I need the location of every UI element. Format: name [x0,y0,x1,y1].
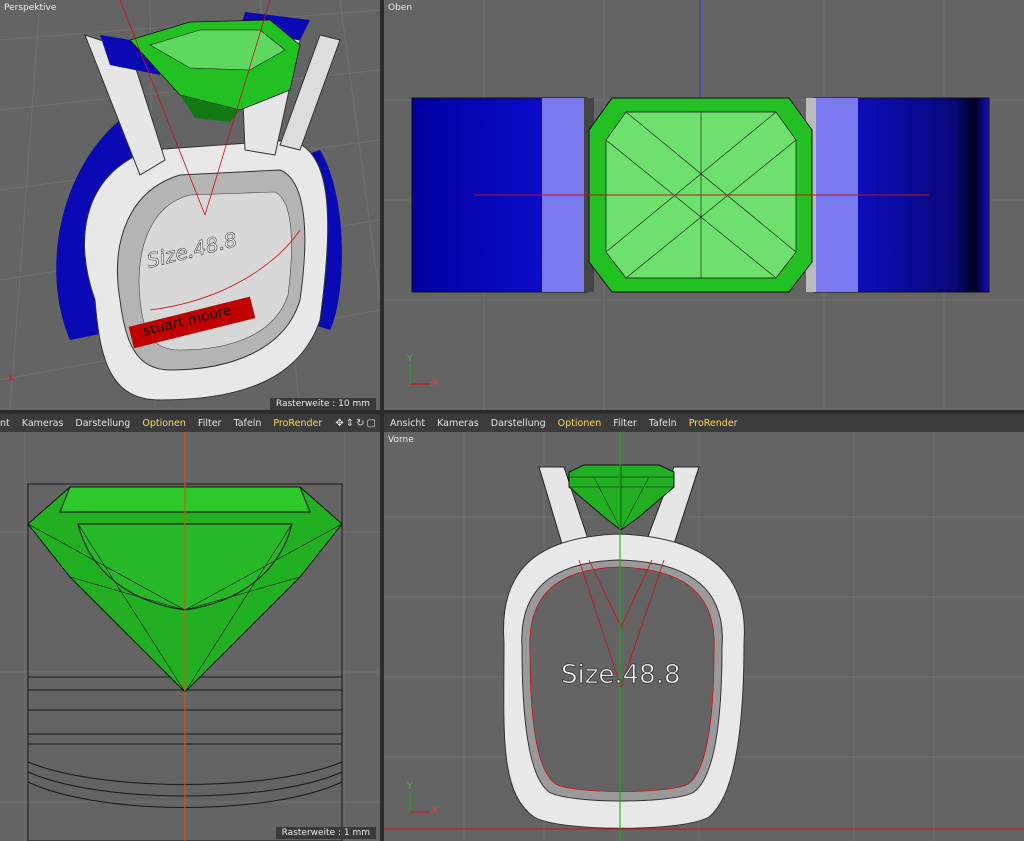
menu-prorender[interactable]: ProRender [267,418,328,429]
axis-label-y: Y [407,782,413,792]
axis-label-x: X [432,378,439,388]
viewport-label: Perspektive [4,3,57,13]
menu-filter[interactable]: Filter [607,418,643,429]
menu-kameras[interactable]: Kameras [431,418,485,429]
menu-optionen[interactable]: Optionen [552,418,608,429]
viewport-perspective[interactable]: Perspektive Size.48.8 stuart moore Raste… [0,0,380,412]
menu-kameras[interactable]: Kameras [16,418,70,429]
axis-label-x: X [432,806,439,816]
raster-width: Rasterweite : 1 mm [275,827,376,839]
menubar-right-view: nt Kameras Darstellung Optionen Filter T… [0,414,380,432]
menu-tafeln[interactable]: Tafeln [643,418,683,429]
axis-indicator: X [8,374,15,384]
viewport-divider-vertical[interactable] [380,0,384,841]
top-scene [384,0,1024,412]
viewport-front[interactable]: Vorne Size.48.8 X Y [384,432,1024,841]
zoom-icon[interactable]: ⇕ [346,418,354,429]
move-icon[interactable]: ✥ [335,418,343,429]
menu-ansicht[interactable]: Ansicht [384,418,431,429]
viewport-label: Vorne [388,435,414,445]
perspective-scene [0,0,380,412]
menu-tafeln[interactable]: Tafeln [227,418,267,429]
raster-width: Rasterweite : 10 mm [269,398,376,410]
front-scene [384,432,1024,841]
rotate-icon[interactable]: ↻ [356,418,364,429]
menu-filter[interactable]: Filter [192,418,228,429]
maximize-icon[interactable]: ▢ [367,418,376,429]
menu-prorender[interactable]: ProRender [683,418,744,429]
viewport-top[interactable]: Oben X Y [384,0,1024,412]
viewport-nav-icons: ✥ ⇕ ↻ ▢ [335,418,380,429]
viewport-divider-horizontal[interactable] [0,410,1024,414]
viewport-label: Oben [388,3,413,13]
menu-ansicht[interactable]: nt [0,418,16,429]
right-scene [0,432,380,841]
menubar-front-view: Ansicht Kameras Darstellung Optionen Fil… [384,414,1024,432]
menu-darstellung[interactable]: Darstellung [69,418,136,429]
menu-darstellung[interactable]: Darstellung [485,418,552,429]
menu-optionen[interactable]: Optionen [136,418,192,429]
axis-label-y: Y [407,354,413,364]
size-engraving: Size.48.8 [561,660,681,691]
viewport-right[interactable]: Rasterweite : 1 mm [0,432,380,841]
